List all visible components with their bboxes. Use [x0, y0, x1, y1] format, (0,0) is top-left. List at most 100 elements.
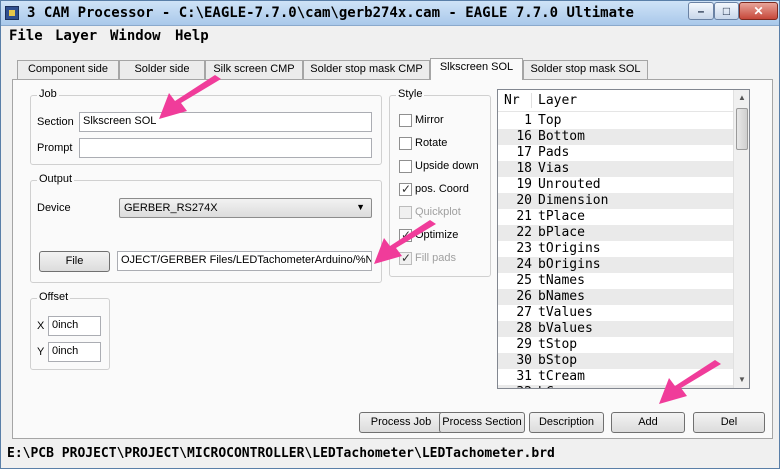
layer-name: tOrigins [538, 241, 601, 256]
style-checkbox-quickplot [399, 206, 412, 219]
device-select-value: GERBER_RS274X [124, 202, 218, 214]
layer-row[interactable]: 26 bNames [498, 289, 734, 305]
layer-name: bOrigins [538, 257, 601, 272]
layer-number: 24 [516, 257, 532, 272]
device-select[interactable]: GERBER_RS274X ▼ [119, 198, 372, 218]
layer-row[interactable]: 18 Vias [498, 161, 734, 177]
device-label: Device [37, 202, 71, 214]
layer-number: 18 [516, 161, 532, 176]
del-button[interactable]: Del [693, 412, 765, 433]
title-bar[interactable]: 3 CAM Processor - C:\EAGLE-7.7.0\cam\ger… [1, 1, 779, 26]
layer-number: 19 [516, 177, 532, 192]
cam-processor-window: 3 CAM Processor - C:\EAGLE-7.7.0\cam\ger… [0, 0, 780, 469]
style-option-label: pos. Coord [415, 183, 469, 195]
layer-number: 32 [498, 385, 532, 388]
style-checkbox-fill-pads [399, 251, 412, 265]
layer-number: 31 [516, 369, 532, 384]
close-icon[interactable]: ✕ [739, 2, 778, 20]
style-option-label: Quickplot [415, 206, 461, 218]
style-option-label: Optimize [415, 229, 459, 241]
layer-number: 1 [524, 113, 532, 128]
style-checkbox-pos-coord[interactable] [399, 182, 412, 196]
menu-file[interactable]: File [9, 28, 43, 44]
layer-row[interactable]: 21 tPlace [498, 209, 734, 225]
tab-solder-stop-mask-cmp[interactable]: Solder stop mask CMP [303, 60, 430, 79]
layer-number: 26 [516, 289, 532, 304]
prompt-input[interactable] [79, 138, 372, 158]
dropdown-arrow-icon: ▼ [356, 202, 365, 212]
tab-component-side[interactable]: Component side [17, 60, 119, 79]
style-option-label: Fill pads [415, 252, 456, 264]
style-checkbox-optimize[interactable] [399, 228, 412, 242]
offset-y-input[interactable]: 0inch [48, 342, 101, 362]
tab-solder-side[interactable]: Solder side [119, 60, 205, 79]
scroll-down-icon[interactable]: ▼ [734, 372, 749, 388]
layer-name: tCream [538, 369, 585, 384]
offset-y-label: Y [37, 346, 45, 358]
layer-row[interactable]: 29 tStop [498, 337, 734, 353]
add-button[interactable]: Add [611, 412, 685, 433]
process-job-button[interactable]: Process Job [359, 412, 443, 433]
layer-row[interactable]: 19 Unrouted [498, 177, 734, 193]
prompt-label: Prompt [37, 142, 73, 154]
section-input[interactable]: Slkscreen SOL [79, 112, 372, 132]
style-checkbox-mirror[interactable] [399, 114, 412, 127]
style-checkbox-upside-down[interactable] [399, 160, 412, 173]
layer-name: bStop [538, 353, 578, 368]
offset-x-input[interactable]: 0inch [48, 316, 101, 336]
layer-row[interactable]: 24 bOrigins [498, 257, 734, 273]
layer-name: Vias [538, 161, 570, 176]
layer-name: bCream [538, 385, 585, 388]
style-checkbox-rotate[interactable] [399, 137, 412, 150]
scroll-up-icon[interactable]: ▲ [734, 90, 749, 106]
file-button[interactable]: File [39, 251, 110, 272]
menu-layer[interactable]: Layer [55, 28, 97, 44]
tab-silk-screen-cmp[interactable]: Silk screen CMP [205, 60, 303, 79]
layer-name: Dimension [538, 193, 609, 208]
menu-help[interactable]: Help [175, 28, 209, 44]
layer-row[interactable]: 16 Bottom [498, 129, 734, 145]
column-header-nr[interactable]: Nr [504, 93, 532, 108]
file-path-input[interactable]: OJECT/GERBER Files/LEDTachometerArduino/… [117, 251, 372, 271]
layer-list[interactable]: Nr Layer 1 Top 16 Bottom 17 Pads 18 Vias 19 Unrou… [497, 89, 750, 389]
process-section-button[interactable]: Process Section [439, 412, 525, 433]
tab-solder-stop-mask-sol[interactable]: Solder stop mask SOL [523, 60, 648, 79]
menu-window[interactable]: Window [110, 28, 161, 44]
layer-row[interactable]: 30 bStop [498, 353, 734, 369]
layer-list-scrollbar[interactable]: ▲ ▼ [733, 90, 749, 388]
tab-slkscreen-sol[interactable]: Slkscreen SOL [430, 58, 523, 80]
style-option-label: Rotate [415, 137, 448, 149]
layer-row[interactable]: 28 bValues [498, 321, 734, 337]
layer-row[interactable]: 1 Top [498, 113, 734, 129]
layer-row[interactable]: 17 Pads [498, 145, 734, 161]
layer-number: 23 [516, 241, 532, 256]
layer-name: tNames [538, 273, 585, 288]
column-header-layer[interactable]: Layer [538, 93, 577, 108]
section-label: Section [37, 116, 74, 128]
layer-rows: 1 Top 16 Bottom 17 Pads 18 Vias 19 Unrouted 20 Dime… [498, 113, 734, 388]
layer-name: bValues [538, 321, 593, 336]
layer-row[interactable]: 32 bCream [498, 385, 734, 388]
layer-row[interactable]: 25 tNames [498, 273, 734, 289]
style-option-label: Upside down [415, 160, 479, 172]
description-button[interactable]: Description [529, 412, 604, 433]
menu-bar: File Layer Window Help [1, 27, 779, 47]
minimize-icon[interactable]: – [688, 2, 714, 20]
maximize-icon[interactable]: □ [714, 2, 739, 20]
layer-name: Pads [538, 145, 570, 160]
layer-number: 28 [516, 321, 532, 336]
layer-name: Top [538, 113, 562, 128]
layer-row[interactable]: 31 tCream [498, 369, 734, 385]
style-option-label: Mirror [415, 114, 444, 126]
layer-row[interactable]: 23 tOrigins [498, 241, 734, 257]
layer-row[interactable]: 20 Dimension [498, 193, 734, 209]
layer-number: 22 [516, 225, 532, 240]
layer-row[interactable]: 22 bPlace [498, 225, 734, 241]
layer-number: 17 [516, 145, 532, 160]
layer-name: bNames [538, 289, 585, 304]
scroll-thumb[interactable] [736, 108, 748, 150]
layer-name: Unrouted [538, 177, 601, 192]
layer-row[interactable]: 27 tValues [498, 305, 734, 321]
layer-name: tStop [538, 337, 578, 352]
section-panel: Job Section Slkscreen SOL Prompt Output … [12, 79, 773, 439]
